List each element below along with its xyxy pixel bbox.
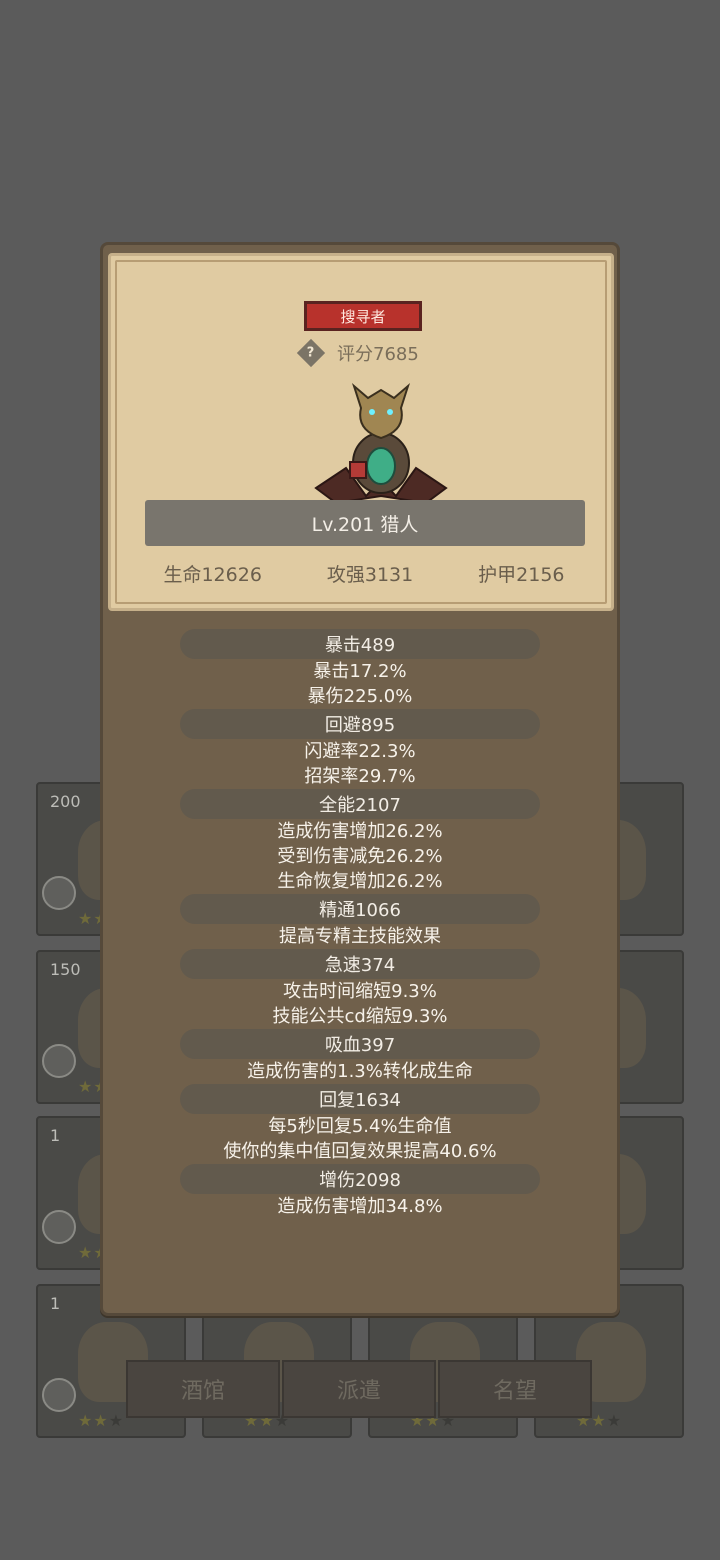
tab-dispatch: 派遣 — [282, 1360, 436, 1418]
star-icon: ★ — [93, 1411, 109, 1430]
attribute-list: 暴击489 暴击17.2% 暴伤225.0% 回避895 闪避率22.3% 招架率29.7… — [103, 629, 617, 1219]
attribute-group-header: 吸血397 — [180, 1029, 540, 1059]
stat-armor: 护甲2156 — [478, 564, 565, 586]
attribute-detail-line: 造成伤害增加34.8% — [277, 1196, 443, 1217]
hero-header-panel: 搜寻者 ? 评分7685 Lv.201 猎人 生命12626 攻强3131 护甲… — [108, 253, 614, 611]
attribute-detail-line: 提高专精主技能效果 — [279, 926, 441, 947]
star-icon: ★ — [78, 1411, 94, 1430]
attribute-group-header: 精通1066 — [180, 894, 540, 924]
card-count: 200 — [50, 792, 81, 811]
card-count: 1 — [50, 1294, 61, 1313]
star-icon: ★ — [108, 1411, 125, 1430]
score-row: ? 评分7685 — [296, 338, 419, 368]
bottom-tab-bar: 酒馆 派遣 名望 — [126, 1360, 592, 1418]
attribute-detail-line: 暴伤225.0% — [307, 686, 413, 707]
attribute-detail-line: 生命恢复增加26.2% — [277, 871, 443, 892]
attribute-detail-line: 暴击17.2% — [313, 661, 407, 682]
hero-detail-modal[interactable]: 搜寻者 ? 评分7685 Lv.201 猎人 生命12626 攻强3131 护甲… — [100, 242, 620, 1316]
card-count: 150 — [50, 960, 81, 979]
attribute-group-header: 回复1634 — [180, 1084, 540, 1114]
attribute-detail-line: 闪避率22.3% — [304, 741, 416, 762]
attribute-detail-line: 使你的集中值回复效果提高40.6% — [223, 1141, 497, 1162]
attribute-detail-line: 攻击时间缩短9.3% — [283, 981, 437, 1002]
star-icon: ★ — [606, 1411, 623, 1430]
attribute-group-header: 回避895 — [180, 709, 540, 739]
attribute-detail-line: 每5秒回复5.4%生命值 — [268, 1116, 452, 1137]
card-count: 1 — [50, 1126, 61, 1145]
star-icon: ★ — [591, 1411, 607, 1430]
help-icon[interactable]: ? — [296, 338, 326, 368]
tab-reputation: 名望 — [438, 1360, 592, 1418]
card-role-badge — [42, 876, 76, 910]
class-tag: 搜寻者 — [304, 301, 422, 331]
card-stars: ★★★ — [78, 1411, 124, 1430]
attribute-detail-line: 技能公共cd缩短9.3% — [272, 1006, 448, 1027]
attribute-group-header: 增伤2098 — [180, 1164, 540, 1194]
attribute-detail-line: 造成伤害的1.3%转化成生命 — [247, 1061, 473, 1082]
attribute-group-header: 全能2107 — [180, 789, 540, 819]
star-icon: ★ — [78, 1077, 94, 1096]
attribute-detail-line: 招架率29.7% — [304, 766, 416, 787]
stat-attack-power: 攻强3131 — [326, 564, 414, 586]
card-role-badge — [42, 1044, 76, 1078]
attribute-detail-line: 受到伤害减免26.2% — [277, 846, 443, 867]
hero-name-level: Lv.201 猎人 — [145, 500, 585, 546]
attribute-detail-line: 造成伤害增加26.2% — [277, 821, 443, 842]
star-icon: ★ — [78, 909, 94, 928]
hero-portrait — [314, 382, 448, 505]
card-role-badge — [42, 1378, 76, 1412]
star-icon: ★ — [78, 1243, 94, 1262]
card-role-badge — [42, 1210, 76, 1244]
hero-base-stats: 生命12626 攻强3131 护甲2156 — [131, 560, 597, 587]
hero-score: 评分7685 — [337, 344, 419, 365]
tab-tavern: 酒馆 — [126, 1360, 280, 1418]
attribute-group-header: 急速374 — [180, 949, 540, 979]
attribute-group-header: 暴击489 — [180, 629, 540, 659]
stat-health: 生命12626 — [163, 564, 262, 586]
